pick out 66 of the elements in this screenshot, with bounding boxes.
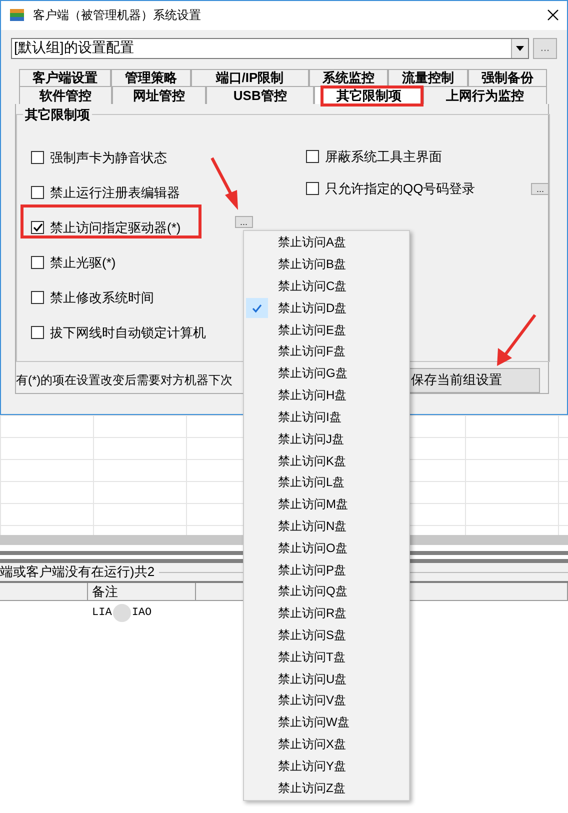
column-header: 备注	[88, 583, 196, 600]
tab[interactable]: USB管控	[206, 86, 314, 104]
menu-item[interactable]: 禁止访问E盘	[244, 319, 409, 342]
tab[interactable]: 上网行为监控	[423, 86, 547, 104]
checkbox[interactable]	[31, 326, 44, 340]
caret-icon	[516, 46, 524, 51]
menu-item[interactable]: 禁止访问Z盘	[244, 777, 409, 800]
status-text: 端或客户端没有在运行)共2	[0, 563, 155, 581]
checkbox[interactable]	[31, 151, 44, 164]
menu-item[interactable]: 禁止访问C盘	[244, 276, 409, 298]
menu-item[interactable]: 禁止访问O盘	[244, 537, 409, 560]
tab[interactable]: 系统监控	[308, 68, 388, 86]
menu-item[interactable]: 禁止访问X盘	[244, 734, 409, 756]
tab[interactable]: 端口/IP限制	[190, 68, 309, 86]
option-label: 禁止修改系统时间	[50, 288, 154, 307]
menu-item[interactable]: 禁止访问T盘	[244, 646, 409, 668]
check-icon	[246, 298, 268, 318]
option-label: 禁止光驱(*)	[50, 254, 116, 272]
menu-item[interactable]: 禁止访问I盘	[244, 406, 409, 428]
tab[interactable]: 客户端设置	[19, 68, 112, 86]
more-button[interactable]: ...	[533, 38, 557, 59]
menu-item[interactable]: 禁止访问K盘	[244, 450, 409, 472]
option-label: 禁止运行注册表编辑器	[50, 184, 180, 202]
tab[interactable]: 强制备份	[468, 68, 548, 86]
checkbox[interactable]	[306, 182, 319, 196]
window-title: 客户端（被管理机器）系统设置	[33, 6, 202, 24]
tab[interactable]: 管理策略	[111, 68, 191, 86]
menu-item[interactable]: 禁止访问L盘	[244, 472, 409, 494]
checkbox[interactable]	[31, 221, 44, 234]
option-label: 禁止访问指定驱动器(*)	[50, 218, 181, 237]
menu-item[interactable]: 禁止访问B盘	[244, 254, 409, 276]
tab[interactable]: 网址管控	[112, 86, 206, 104]
option-label: 强制声卡为静音状态	[50, 148, 167, 167]
menu-item[interactable]: 禁止访问N盘	[244, 516, 409, 538]
menu-item[interactable]: 禁止访问J盘	[244, 428, 409, 450]
checkbox[interactable]	[31, 186, 44, 200]
menu-item[interactable]: 禁止访问U盘	[244, 668, 409, 690]
checkbox[interactable]	[306, 150, 319, 164]
option-label: 只允许指定的QQ号码登录	[325, 180, 476, 198]
table-cell: LIA IAO	[88, 601, 196, 625]
tab[interactable]: 流量控制	[388, 68, 468, 86]
checkbox[interactable]	[31, 291, 44, 304]
menu-item[interactable]: 禁止访问M盘	[244, 494, 409, 516]
more-button[interactable]: ...	[234, 216, 253, 228]
menu-item[interactable]: 禁止访问Y盘	[244, 756, 409, 778]
tab[interactable]: 软件管控	[19, 86, 112, 104]
close-icon[interactable]	[547, 9, 559, 22]
app-icon	[9, 7, 25, 24]
menu-item[interactable]: 禁止访问Q盘	[244, 581, 409, 603]
menu-item[interactable]: 禁止访问A盘	[244, 232, 409, 254]
annotation-arrow	[210, 157, 238, 210]
menu-item[interactable]: 禁止访问V盘	[244, 690, 409, 712]
menu-item[interactable]: 禁止访问S盘	[244, 624, 409, 646]
checkbox[interactable]	[31, 256, 44, 270]
menu-item[interactable]: 禁止访问P盘	[244, 559, 409, 581]
more-button[interactable]: ...	[531, 182, 550, 195]
config-dropdown[interactable]: [默认组]的设置配置	[11, 38, 529, 59]
annotation-arrow	[497, 314, 536, 366]
menu-item[interactable]: 禁止访问F盘	[244, 341, 409, 363]
option-label: 屏蔽系统工具主界面	[325, 148, 442, 166]
menu-item[interactable]: 禁止访问R盘	[244, 602, 409, 625]
note-text: 有(*)的项在设置改变后需要对方机器下次	[16, 372, 233, 389]
menu-item[interactable]: 禁止访问W盘	[244, 712, 409, 734]
group-title: 其它限制项	[24, 106, 91, 124]
option-label: 拔下网线时自动锁定计算机	[50, 324, 206, 342]
menu-item[interactable]: 禁止访问D盘	[244, 297, 409, 320]
